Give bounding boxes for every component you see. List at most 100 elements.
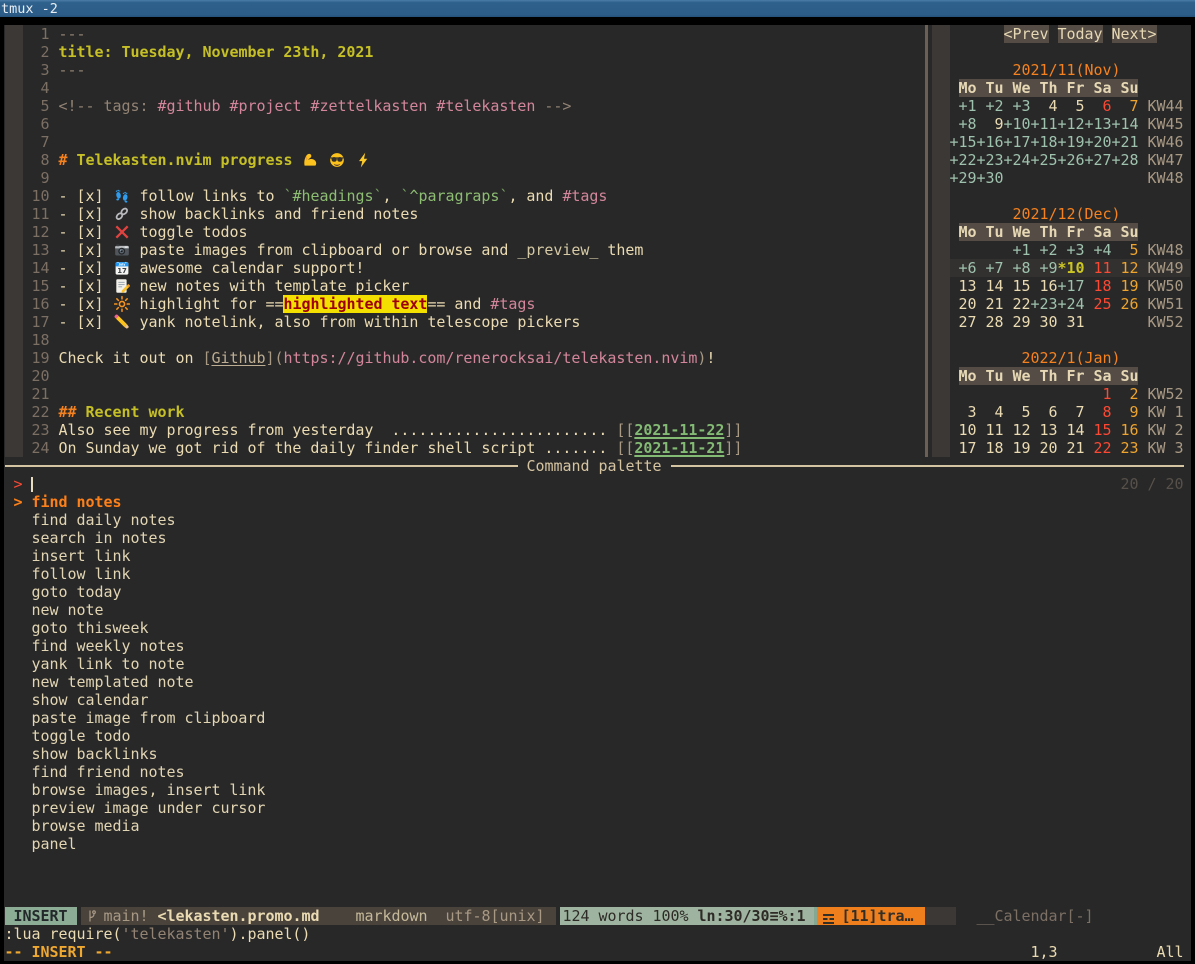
palette-item[interactable]: goto thisweek — [5, 619, 149, 637]
palette-item[interactable]: show backlinks — [5, 745, 158, 763]
calendar-day[interactable] — [1112, 169, 1139, 187]
calendar-day[interactable] — [1058, 385, 1085, 403]
calendar-day[interactable]: 19 — [1004, 439, 1031, 457]
palette-item[interactable]: find friend notes — [5, 763, 185, 781]
calendar-day[interactable]: +1 — [950, 97, 977, 115]
editor-line[interactable]: 20 — [5, 367, 59, 385]
calendar-day[interactable]: +11 — [1031, 115, 1058, 133]
palette-item[interactable]: panel — [5, 835, 77, 853]
calendar-day[interactable]: +30 — [977, 169, 1004, 187]
calendar-day[interactable]: 15 — [1004, 277, 1031, 295]
calendar-day[interactable] — [1004, 385, 1031, 403]
calendar-day[interactable]: +3 — [1058, 241, 1085, 259]
calendar-day[interactable]: 9 — [1112, 403, 1139, 421]
palette-prompt[interactable]: > — [5, 475, 23, 493]
calendar-day[interactable] — [1004, 169, 1031, 187]
calendar-day[interactable]: 30 — [1031, 313, 1058, 331]
calendar-day[interactable]: 7 — [1112, 97, 1139, 115]
palette-item[interactable]: > find notes — [5, 493, 122, 511]
editor-line[interactable]: 3 --- — [5, 61, 86, 79]
calendar-day[interactable]: 14 — [1058, 421, 1085, 439]
calendar-day[interactable]: +13 — [1085, 115, 1112, 133]
palette-item[interactable]: goto today — [5, 583, 122, 601]
calendar-day[interactable]: 11 — [977, 421, 1004, 439]
calendar-day[interactable]: 6 — [1085, 97, 1112, 115]
calendar-day[interactable] — [977, 241, 1004, 259]
calendar-day[interactable]: 19 — [1112, 277, 1139, 295]
window-titlebar[interactable]: tmux -2 — [0, 0, 1195, 17]
calendar-day[interactable]: 22 — [1004, 295, 1031, 313]
calendar-day[interactable]: *10 — [1058, 259, 1085, 277]
editor-line[interactable]: 18 — [5, 331, 59, 349]
editor-line[interactable]: 12 - [x] toggle todos — [5, 223, 248, 241]
editor-line[interactable]: 14 - [x] July17 awesome calendar support… — [5, 259, 365, 277]
calendar-day[interactable]: +26 — [1058, 151, 1085, 169]
calendar-nav-today-button[interactable]: Today — [1058, 25, 1103, 43]
palette-item[interactable]: find daily notes — [5, 511, 176, 529]
editor-line[interactable]: 9 — [5, 169, 59, 187]
calendar-day[interactable]: 26 — [1112, 295, 1139, 313]
editor-line[interactable]: 1 --- — [5, 25, 86, 43]
calendar-day[interactable]: +28 — [1112, 151, 1139, 169]
calendar-day[interactable]: +1 — [1004, 241, 1031, 259]
calendar-day[interactable]: 6 — [1031, 403, 1058, 421]
editor-line[interactable]: 7 — [5, 133, 59, 151]
editor-line[interactable]: 19 Check it out on [Github](https://gith… — [5, 349, 716, 367]
calendar-day[interactable]: 16 — [1031, 277, 1058, 295]
editor-line[interactable]: 11 - [x] show backlinks and friend notes — [5, 205, 419, 223]
calendar-day[interactable]: 7 — [1058, 403, 1085, 421]
calendar-day[interactable]: 3 — [950, 403, 977, 421]
palette-item[interactable]: follow link — [5, 565, 131, 583]
palette-item[interactable]: yank link to note — [5, 655, 185, 673]
calendar-day[interactable]: 23 — [1112, 439, 1139, 457]
calendar-day[interactable]: 5 — [1112, 241, 1139, 259]
palette-item[interactable]: paste image from clipboard — [5, 709, 266, 727]
calendar-day[interactable] — [1085, 169, 1112, 187]
calendar-day[interactable] — [1058, 169, 1085, 187]
calendar-day[interactable]: 20 — [950, 295, 977, 313]
palette-item[interactable]: browse images, insert link — [5, 781, 266, 799]
editor-line[interactable]: 21 — [5, 385, 59, 403]
editor-line[interactable]: 6 — [5, 115, 59, 133]
calendar-day[interactable] — [977, 385, 1004, 403]
calendar-day[interactable]: 10 — [950, 421, 977, 439]
calendar-day[interactable]: +17 — [1004, 133, 1031, 151]
calendar-day[interactable]: 1 — [1085, 385, 1112, 403]
calendar-day[interactable]: +12 — [1058, 115, 1085, 133]
palette-item[interactable]: new note — [5, 601, 104, 619]
calendar-day[interactable]: 29 — [1004, 313, 1031, 331]
calendar-day[interactable]: +8 — [1004, 259, 1031, 277]
editor-line[interactable]: 2 title: Tuesday, November 23th, 2021 — [5, 43, 374, 61]
editor-line[interactable]: 17 - [x] yank notelink, also from within… — [5, 313, 581, 331]
calendar-day[interactable]: +14 — [1112, 115, 1139, 133]
calendar-day[interactable]: 28 — [977, 313, 1004, 331]
calendar-day[interactable]: 4 — [977, 403, 1004, 421]
calendar-day[interactable]: +2 — [1031, 241, 1058, 259]
palette-item[interactable]: new templated note — [5, 673, 194, 691]
calendar-day[interactable]: 13 — [950, 277, 977, 295]
calendar-day[interactable]: 4 — [1031, 97, 1058, 115]
editor-line[interactable]: 16 - [x] highlight for ==highlighted tex… — [5, 295, 536, 313]
calendar-day[interactable]: 22 — [1085, 439, 1112, 457]
editor-line[interactable]: 15 - [x] new notes with template picker — [5, 277, 410, 295]
calendar-day[interactable]: +27 — [1085, 151, 1112, 169]
editor-line[interactable]: 23 Also see my progress from yesterday .… — [5, 421, 743, 439]
calendar-day[interactable]: +2 — [977, 97, 1004, 115]
calendar-day[interactable]: +15 — [950, 133, 977, 151]
calendar-day[interactable]: 21 — [977, 295, 1004, 313]
calendar-day[interactable]: +3 — [1004, 97, 1031, 115]
calendar-day[interactable]: +4 — [1085, 241, 1112, 259]
calendar-day[interactable]: 11 — [1085, 259, 1112, 277]
editor-line[interactable]: 10 - [x] follow links to `#headings`, `^… — [5, 187, 608, 205]
calendar-day[interactable]: +29 — [950, 169, 977, 187]
calendar-day[interactable]: +19 — [1058, 133, 1085, 151]
editor-line[interactable]: 13 - [x] paste images from clipboard or … — [5, 241, 644, 259]
calendar-day[interactable]: +16 — [977, 133, 1004, 151]
calendar-day[interactable]: 5 — [1058, 97, 1085, 115]
calendar-day[interactable]: +18 — [1031, 133, 1058, 151]
editor-line[interactable]: 22 ## Recent work — [5, 403, 185, 421]
calendar-day[interactable]: +20 — [1085, 133, 1112, 151]
calendar-day[interactable]: 20 — [1031, 439, 1058, 457]
palette-item[interactable]: insert link — [5, 547, 131, 565]
calendar-nav-next-button[interactable]: Next> — [1112, 25, 1157, 43]
